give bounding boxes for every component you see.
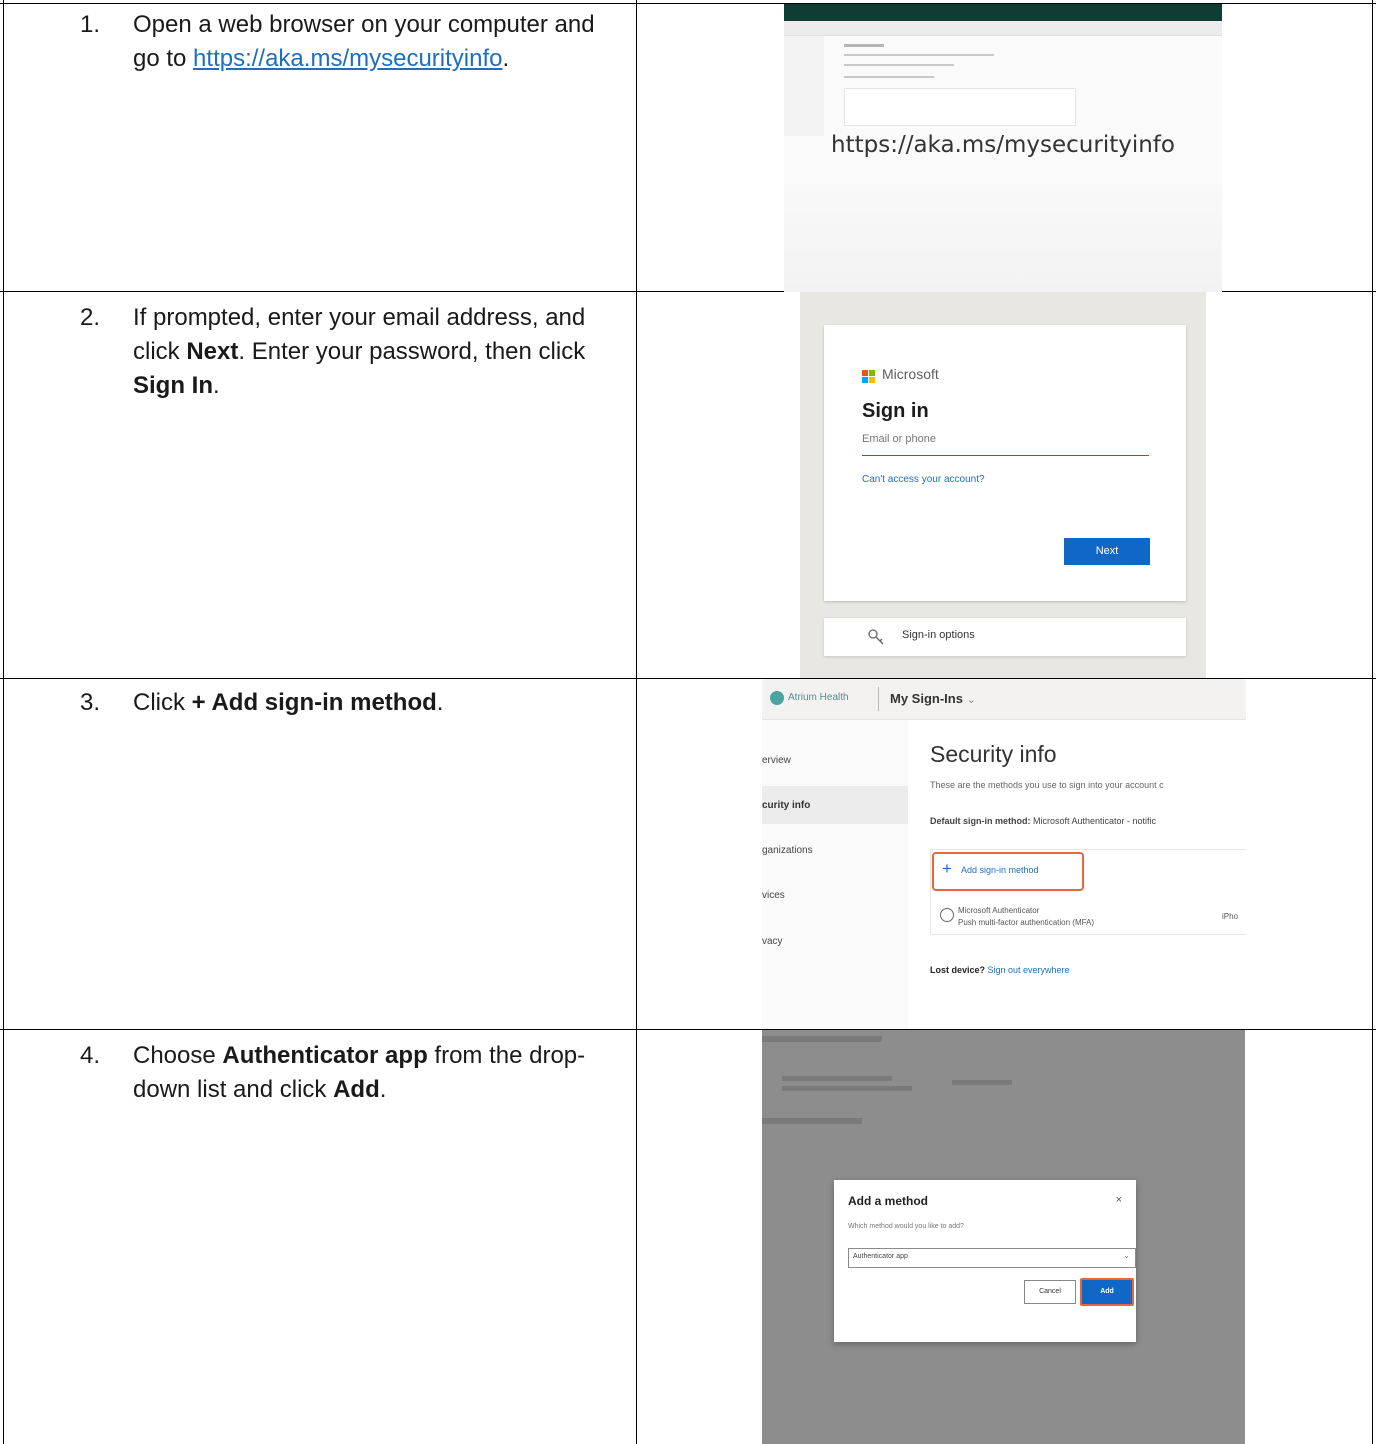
key-icon [868, 629, 884, 645]
sidebar-nav: erview curity info ganizations vices vac… [762, 720, 908, 1029]
method-name: Microsoft Authenticator [958, 906, 1040, 915]
signin-title: Sign in [862, 400, 929, 422]
table-border-right [1372, 0, 1373, 1444]
security-info-screenshot: Atrium Health My Sign-Ins ⌄ erview curit… [762, 679, 1246, 1029]
brand-name: Microsoft [882, 366, 939, 382]
step-number: 3. [80, 689, 101, 716]
add-method-dialog: Add a method × Which method would you li… [834, 1180, 1136, 1342]
authenticator-icon [940, 908, 954, 922]
blurred-text [844, 76, 934, 78]
sidebar-item-organizations[interactable]: ganizations [762, 845, 813, 856]
method-select[interactable]: Authenticator app ⌄ [848, 1248, 1136, 1268]
sidebar-item-overview[interactable]: erview [762, 755, 791, 766]
signin-options-label: Sign-in options [902, 629, 975, 641]
background-blur [782, 1086, 912, 1091]
close-icon[interactable]: × [1116, 1194, 1122, 1206]
step-text: Click + Add sign-in method. [133, 689, 444, 716]
signin-screenshot: Microsoft Sign in Email or phone Can't a… [800, 292, 1206, 678]
org-name: Atrium Health [788, 692, 849, 703]
url-caption: https://aka.ms/mysecurityinfo [831, 132, 1175, 158]
page-title: Security info [930, 741, 1057, 767]
security-info-link[interactable]: https://aka.ms/mysecurityinfo [193, 45, 502, 72]
cant-access-link[interactable]: Can't access your account? [862, 474, 985, 485]
browser-screenshot: https://aka.ms/mysecurityinfo [784, 4, 1222, 292]
blurred-text [844, 44, 884, 47]
signin-options-button[interactable]: Sign-in options [824, 618, 1186, 656]
app-header: Atrium Health My Sign-Ins ⌄ [762, 679, 1246, 720]
logo-square-blue [862, 377, 868, 383]
add-method-label: Add sign-in method [961, 865, 1039, 875]
add-method-screenshot: Add a method × Which method would you li… [762, 1030, 1245, 1444]
step-number: 2. [80, 304, 101, 331]
step-number: 4. [80, 1042, 101, 1069]
background-blur [952, 1080, 1012, 1085]
background-blur [762, 1036, 882, 1042]
blurred-text [844, 54, 994, 56]
dialog-title: Add a method [848, 1194, 928, 1208]
chevron-down-icon: ⌄ [966, 694, 976, 706]
add-sign-in-method-button[interactable]: + Add sign-in method [932, 852, 1084, 891]
header-separator [878, 687, 879, 711]
step-number: 1. [80, 11, 101, 38]
cancel-button[interactable]: Cancel [1024, 1280, 1076, 1304]
column-divider [636, 0, 637, 1444]
email-field[interactable]: Email or phone [862, 433, 1149, 456]
browser-tab-strip [784, 21, 1222, 36]
sidebar-item-security-info[interactable]: curity info [762, 800, 810, 811]
page-subtitle: These are the methods you use to sign in… [930, 780, 1164, 790]
microsoft-logo-icon [862, 370, 876, 384]
sidebar-item-privacy[interactable]: vacy [762, 936, 783, 947]
table-border-left [3, 0, 4, 1444]
logo-square-green [869, 370, 875, 376]
next-button[interactable]: Next [1064, 538, 1150, 565]
selected-method: Authenticator app [853, 1253, 908, 1260]
sign-out-everywhere-link[interactable]: Sign out everywhere [985, 965, 1070, 975]
plus-icon: + [942, 859, 952, 878]
method-description: Push multi-factor authentication (MFA) [958, 918, 1095, 927]
method-device: iPho [1222, 912, 1239, 921]
chevron-down-icon: ⌄ [1123, 1251, 1130, 1260]
background-blur [782, 1076, 892, 1081]
sidebar-item-devices[interactable]: vices [762, 890, 785, 901]
browser-title-bar [784, 4, 1222, 21]
page-sidebar [784, 36, 824, 136]
blurred-method-card [844, 88, 1076, 126]
logo-square-yellow [869, 377, 875, 383]
default-method: Default sign-in method: Microsoft Authen… [930, 816, 1157, 826]
signin-card: Microsoft Sign in Email or phone Can't a… [824, 325, 1186, 601]
org-logo-icon [770, 691, 784, 705]
lost-device-row: Lost device? Sign out everywhere [930, 965, 1070, 975]
blurred-text [844, 64, 954, 66]
step-text: Open a web browser on your computer and … [133, 11, 595, 72]
background-blur [762, 1118, 862, 1124]
add-button[interactable]: Add [1080, 1278, 1134, 1306]
logo-square-red [862, 370, 868, 376]
blurred-background [784, 174, 1222, 292]
app-name: My Sign-Ins [890, 691, 963, 706]
dialog-question: Which method would you like to add? [848, 1223, 964, 1230]
app-switcher[interactable]: My Sign-Ins ⌄ [890, 691, 976, 706]
step-text: Choose Authenticator app from the drop-d… [133, 1042, 586, 1103]
step-text: If prompted, enter your email address, a… [133, 304, 586, 399]
